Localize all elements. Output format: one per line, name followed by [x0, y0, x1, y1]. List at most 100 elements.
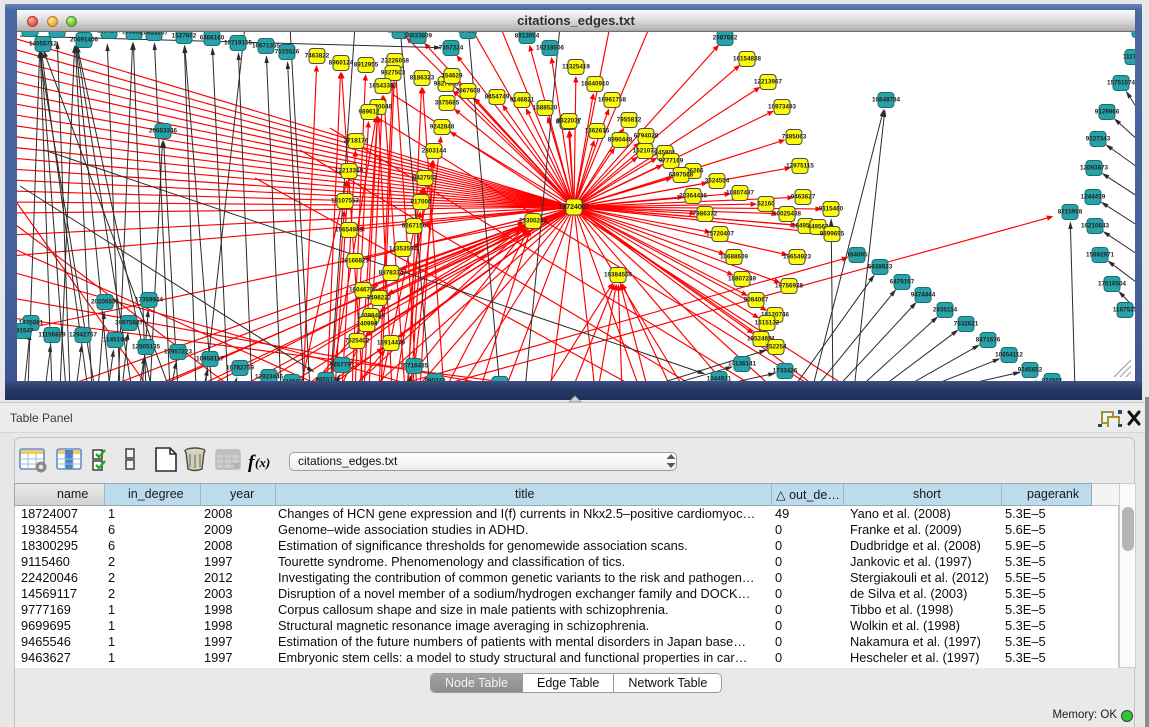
svg-text:8215958: 8215958	[1058, 209, 1083, 216]
svg-text:18807249: 18807249	[728, 276, 757, 283]
svg-text:8960124: 8960124	[329, 60, 354, 67]
svg-text:20691406: 20691406	[70, 37, 99, 44]
svg-text:8990448: 8990448	[608, 137, 633, 144]
svg-text:2803144: 2803144	[422, 148, 447, 155]
svg-text:10688609: 10688609	[720, 254, 749, 261]
svg-text:10719155: 10719155	[224, 40, 253, 47]
svg-text:23226058: 23226058	[381, 58, 410, 65]
svg-text:9084067: 9084067	[744, 297, 769, 304]
svg-text:20364436: 20364436	[679, 193, 708, 200]
svg-text:19166827: 19166827	[341, 258, 370, 265]
svg-text:12923446: 12923446	[255, 374, 284, 381]
svg-text:19384554: 19384554	[604, 272, 633, 279]
svg-text:9115460: 9115460	[819, 206, 844, 213]
svg-text:19218506: 19218506	[536, 45, 565, 52]
svg-text:8186323: 8186323	[410, 75, 435, 82]
svg-text:12213369: 12213369	[335, 168, 364, 175]
svg-text:164095: 164095	[846, 252, 868, 259]
svg-text:9899695: 9899695	[820, 231, 845, 238]
svg-text:17359924: 17359924	[135, 297, 164, 304]
svg-text:252254: 252254	[765, 344, 787, 351]
svg-text:8454749: 8454749	[485, 94, 510, 101]
svg-text:10025438: 10025438	[773, 211, 802, 218]
svg-text:989612: 989612	[358, 109, 380, 116]
svg-text:20053346: 20053346	[149, 128, 178, 135]
svg-text:16782759: 16782759	[226, 365, 255, 372]
svg-text:9827503: 9827503	[381, 70, 406, 77]
svg-text:1167533: 1167533	[1113, 307, 1135, 314]
svg-text:12505135: 12505135	[132, 344, 161, 351]
svg-text:10807487: 10807487	[726, 190, 755, 197]
svg-text:15716485: 15716485	[400, 363, 429, 370]
svg-text:917006: 917006	[410, 199, 432, 206]
svg-text:19756928: 19756928	[775, 283, 804, 290]
svg-text:9146821: 9146821	[510, 97, 535, 104]
svg-text:5938923: 5938923	[868, 264, 893, 271]
svg-text:20206536: 20206536	[91, 299, 120, 306]
svg-text:16914479: 16914479	[377, 340, 406, 347]
svg-text:15751074: 15751074	[1107, 80, 1135, 87]
svg-text:9463627: 9463627	[791, 194, 816, 201]
svg-text:2718176: 2718176	[344, 138, 369, 145]
svg-text:9857791: 9857791	[330, 362, 355, 369]
svg-text:2867608: 2867608	[456, 88, 481, 95]
svg-text:12975115: 12975115	[786, 163, 814, 170]
svg-text:8813054: 8813054	[515, 33, 540, 40]
svg-text:7485063: 7485063	[782, 134, 807, 141]
svg-text:1244419: 1244419	[1081, 194, 1106, 201]
svg-text:6479197: 6479197	[890, 279, 915, 286]
svg-text:10958117: 10958117	[196, 356, 224, 363]
svg-text:62160: 62160	[757, 201, 775, 208]
svg-text:111702: 111702	[1123, 54, 1135, 61]
svg-text:3875685: 3875685	[435, 100, 460, 107]
svg-text:15720407: 15720407	[706, 231, 735, 238]
svg-text:19654943: 19654943	[335, 227, 364, 234]
svg-text:1527602: 1527602	[172, 33, 197, 40]
svg-text:3498222: 3498222	[367, 295, 392, 302]
svg-text:7463822: 7463822	[305, 53, 330, 60]
svg-text:9245652: 9245652	[1018, 367, 1043, 374]
svg-text:10107553: 10107553	[331, 198, 360, 205]
svg-text:140994: 140994	[356, 321, 378, 328]
svg-text:8427552: 8427552	[413, 175, 438, 182]
svg-text:8267150: 8267150	[402, 223, 427, 230]
svg-text:924501: 924501	[1041, 378, 1063, 382]
svg-text:124503: 124503	[281, 379, 303, 382]
svg-text:10653267: 10653267	[140, 32, 169, 37]
svg-text:16961758: 16961758	[598, 97, 627, 104]
svg-text:9777169: 9777169	[659, 158, 684, 165]
svg-text:17957223: 17957223	[164, 349, 193, 356]
svg-text:12093873: 12093873	[1080, 165, 1109, 172]
svg-text:391547: 391547	[17, 328, 34, 335]
svg-text:1044821: 1044821	[707, 376, 732, 382]
svg-text:9242848: 9242848	[430, 124, 455, 131]
svg-text:170334: 170334	[46, 32, 68, 34]
svg-text:7357224: 7357224	[439, 45, 464, 52]
svg-text:12942757: 12942757	[69, 332, 98, 339]
svg-text:16210643: 16210643	[1081, 223, 1110, 230]
svg-text:7986372: 7986372	[693, 211, 718, 218]
svg-text:154629: 154629	[441, 73, 463, 80]
svg-text:9227343: 9227343	[1086, 136, 1111, 143]
svg-text:3624554: 3624554	[705, 178, 730, 185]
svg-text:1588520: 1588520	[533, 105, 558, 112]
svg-text:1615132: 1615132	[755, 320, 780, 327]
svg-text:16033809: 16033809	[404, 33, 433, 40]
svg-text:1145194: 1145194	[103, 337, 128, 344]
svg-text:14353594: 14353594	[389, 246, 418, 253]
svg-text:16543362: 16543362	[369, 83, 398, 90]
svg-text:11156829: 11156829	[38, 332, 66, 339]
svg-text:7625402: 7625402	[345, 338, 370, 345]
svg-text:7632621: 7632621	[954, 321, 979, 328]
svg-text:18724007: 18724007	[558, 204, 589, 211]
svg-text:9474444: 9474444	[911, 292, 936, 299]
svg-text:1362615: 1362615	[585, 128, 610, 135]
svg-text:8912955: 8912955	[354, 62, 379, 69]
svg-text:18640910: 18640910	[581, 81, 610, 88]
svg-text:204115: 204115	[490, 381, 511, 382]
svg-text:39975887: 39975887	[115, 320, 144, 327]
svg-text:16648784: 16648784	[872, 97, 901, 104]
svg-text:9129966: 9129966	[1095, 109, 1120, 116]
svg-text:1884277: 1884277	[97, 32, 122, 35]
svg-text:954217: 954217	[457, 32, 479, 35]
